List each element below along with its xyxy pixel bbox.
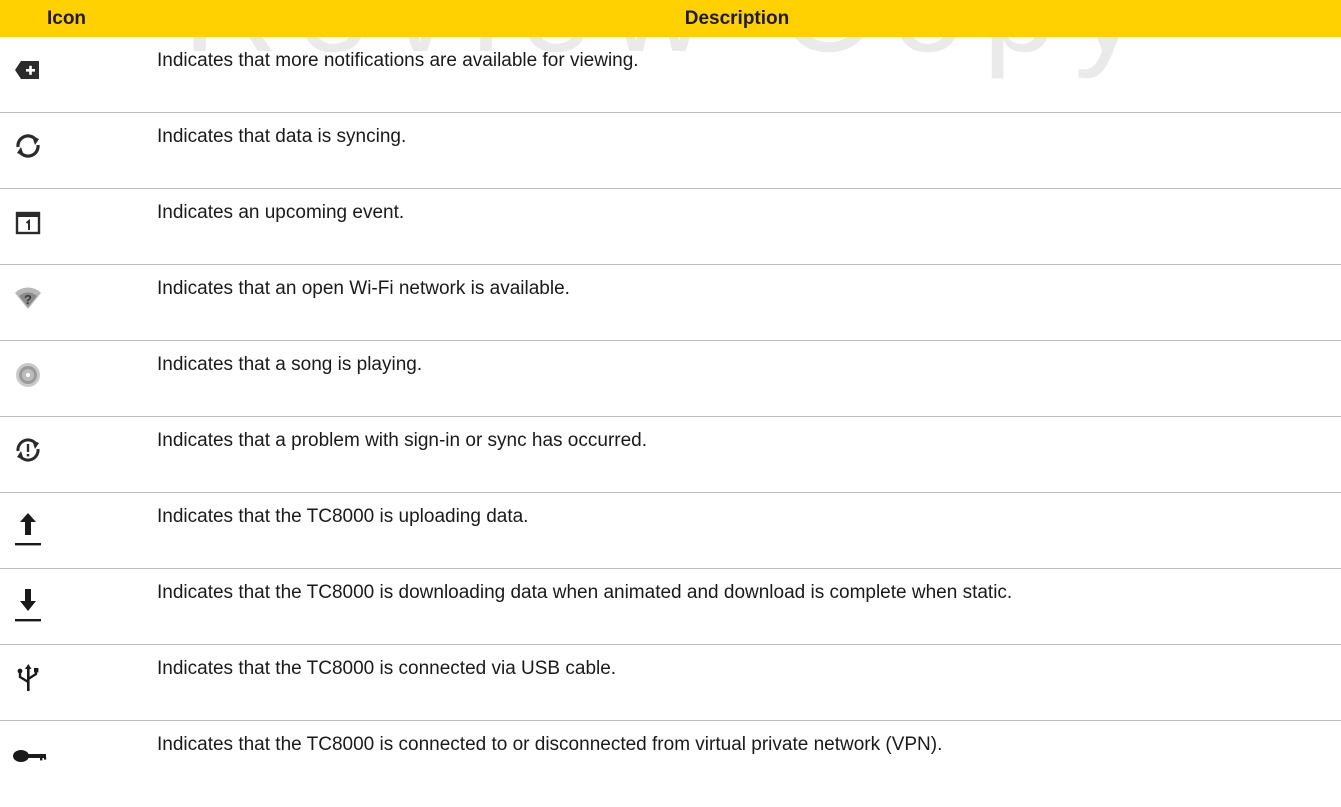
sync-icon bbox=[16, 134, 40, 158]
table-row: Indicates an upcoming event. bbox=[0, 189, 1341, 265]
notification-icons-table: Icon Description Indicates that more not… bbox=[0, 0, 1341, 797]
table-row: Indicates that the TC8000 is connected v… bbox=[0, 645, 1341, 721]
row-description: Indicates that a song is playing. bbox=[157, 354, 423, 375]
table-row: Indicates that the TC8000 is uploading d… bbox=[0, 493, 1341, 569]
table-row: Indicates that the TC8000 is connected t… bbox=[0, 721, 1341, 797]
table-row: Indicates that data is syncing. bbox=[0, 113, 1341, 189]
download-icon bbox=[15, 589, 41, 622]
calendar-event-icon bbox=[15, 211, 41, 235]
vpn-key-icon bbox=[13, 750, 47, 762]
table-header: Icon Description bbox=[0, 0, 1341, 37]
table-row: Indicates that a problem with sign-in or… bbox=[0, 417, 1341, 493]
upload-icon bbox=[15, 513, 41, 546]
more-notifications-icon bbox=[15, 61, 39, 79]
description-column-header: Description bbox=[684, 7, 790, 29]
table-row: Indicates that a song is playing. bbox=[0, 341, 1341, 417]
row-description: Indicates that an open Wi-Fi network is … bbox=[157, 278, 570, 299]
row-description: Indicates that the TC8000 is downloading… bbox=[157, 582, 1013, 603]
table-row: Indicates that more notifications are av… bbox=[0, 37, 1341, 113]
table-row: Indicates that the TC8000 is downloading… bbox=[0, 569, 1341, 645]
row-description: Indicates that the TC8000 is uploading d… bbox=[157, 506, 529, 527]
usb-icon bbox=[17, 664, 39, 691]
song-playing-icon bbox=[16, 363, 40, 387]
row-description: Indicates that data is syncing. bbox=[157, 126, 407, 147]
open-wifi-icon: ? bbox=[15, 287, 41, 309]
icon-column-header: Icon bbox=[46, 7, 87, 29]
row-description: Indicates an upcoming event. bbox=[157, 202, 405, 223]
svg-text:?: ? bbox=[24, 292, 32, 307]
row-description: Indicates that the TC8000 is connected v… bbox=[157, 658, 617, 679]
row-description: Indicates that more notifications are av… bbox=[157, 50, 639, 71]
sync-problem-icon bbox=[16, 438, 40, 462]
row-description: Indicates that the TC8000 is connected t… bbox=[157, 734, 943, 755]
row-description: Indicates that a problem with sign-in or… bbox=[157, 430, 648, 451]
table-row: ? Indicates that an open Wi-Fi network i… bbox=[0, 265, 1341, 341]
